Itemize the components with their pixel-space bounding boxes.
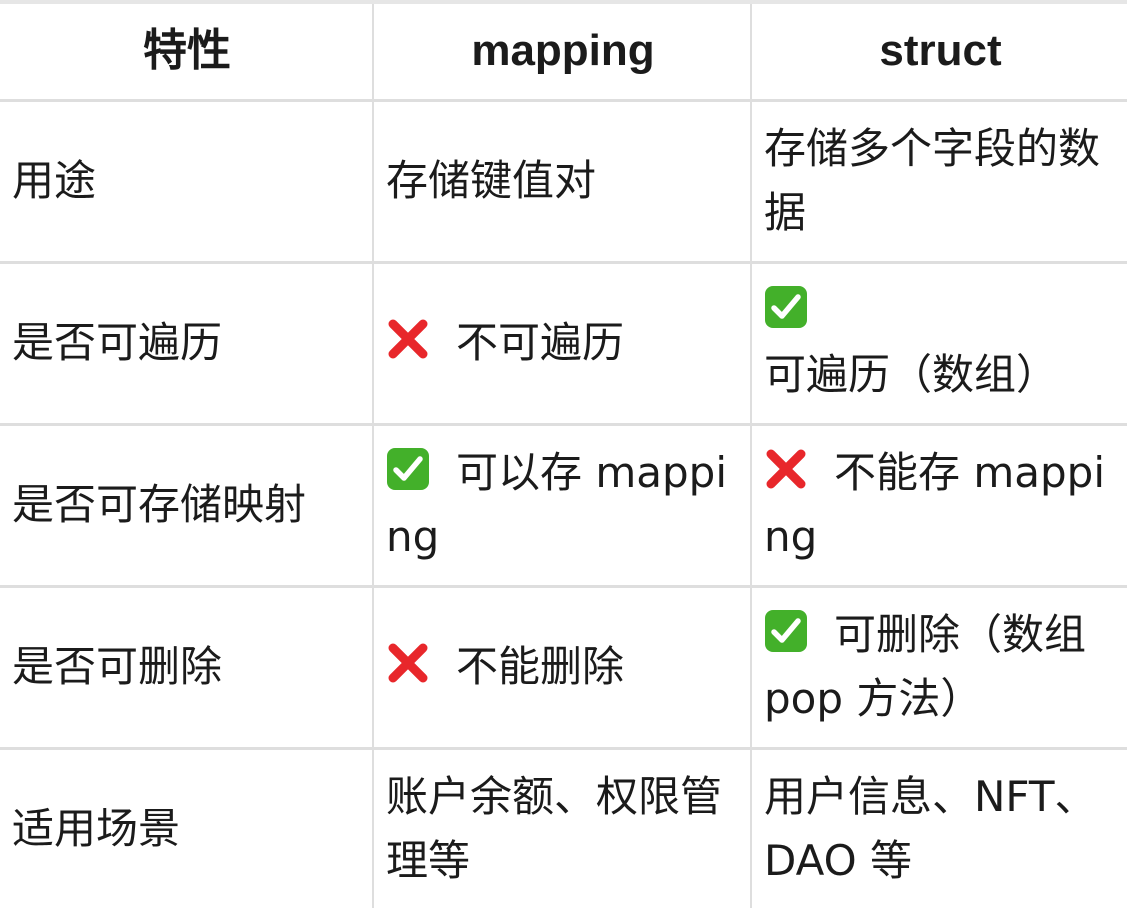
feature-label: 是否可删除 [12,642,223,691]
mapping-cell: 可以存 mapping [372,424,751,588]
comparison-table: 特性 mapping struct 用途 存储键值对 存储多个字段的数据 是否可… [0,0,1127,908]
feature-label: 适用场景 [12,803,181,853]
mapping-value: 存储键值对 [386,156,597,205]
check-mark-icon [764,609,808,653]
mapping-cell: 账户余额、权限管理等 [372,748,751,908]
feature-cell: 用途 [0,100,373,264]
header-row: 特性 mapping struct [0,0,1127,102]
feature-label: 是否可遍历 [12,318,223,367]
feature-cell: 是否可删除 [0,586,373,750]
check-mark-icon [386,447,430,491]
struct-cell: 可遍历（数组） [750,262,1127,426]
table-row: 适用场景 账户余额、权限管理等 用户信息、NFT、DAO 等 [0,748,1127,908]
mapping-cell: 不可遍历 [372,262,751,426]
struct-cell: 可删除（数组 pop 方法） [750,586,1127,750]
mapping-cell: 不能删除 [372,586,751,750]
header-struct: struct [750,0,1127,102]
table-row: 是否可遍历 不可遍历 可遍历（数组） [0,262,1127,426]
check-mark-icon [764,285,808,329]
header-mapping: mapping [372,0,751,102]
feature-label: 用途 [12,156,97,205]
table-row: 是否可删除 不能删除 可删除（数组 pop 方法） [0,586,1127,750]
mapping-value: 可以存 mapping [386,448,727,561]
struct-value: 存储多个字段的数据 [764,124,1101,237]
mapping-value: 不能删除 [456,642,625,691]
feature-cell: 适用场景 [0,748,373,908]
mapping-value: 不可遍历 [456,318,625,367]
struct-value: 可删除（数组 pop 方法） [764,610,1087,723]
cross-mark-icon [386,317,430,361]
struct-value: 可遍历（数组） [764,350,1059,399]
struct-cell: 用户信息、NFT、DAO 等 [750,748,1127,908]
table-row: 是否可存储映射 可以存 mapping 不能存 mapping [0,424,1127,588]
cross-mark-icon [764,447,808,491]
struct-value: 用户信息、NFT、DAO 等 [764,771,1097,885]
feature-label: 是否可存储映射 [12,480,307,529]
feature-cell: 是否可遍历 [0,262,373,426]
feature-cell: 是否可存储映射 [0,424,373,588]
mapping-value: 账户余额、权限管理等 [386,771,723,885]
mapping-cell: 存储键值对 [372,100,751,264]
struct-cell: 存储多个字段的数据 [750,100,1127,264]
table-row: 用途 存储键值对 存储多个字段的数据 [0,100,1127,264]
header-feature: 特性 [0,0,373,102]
struct-value: 不能存 mapping [764,448,1105,561]
struct-cell: 不能存 mapping [750,424,1127,588]
cross-mark-icon [386,641,430,685]
